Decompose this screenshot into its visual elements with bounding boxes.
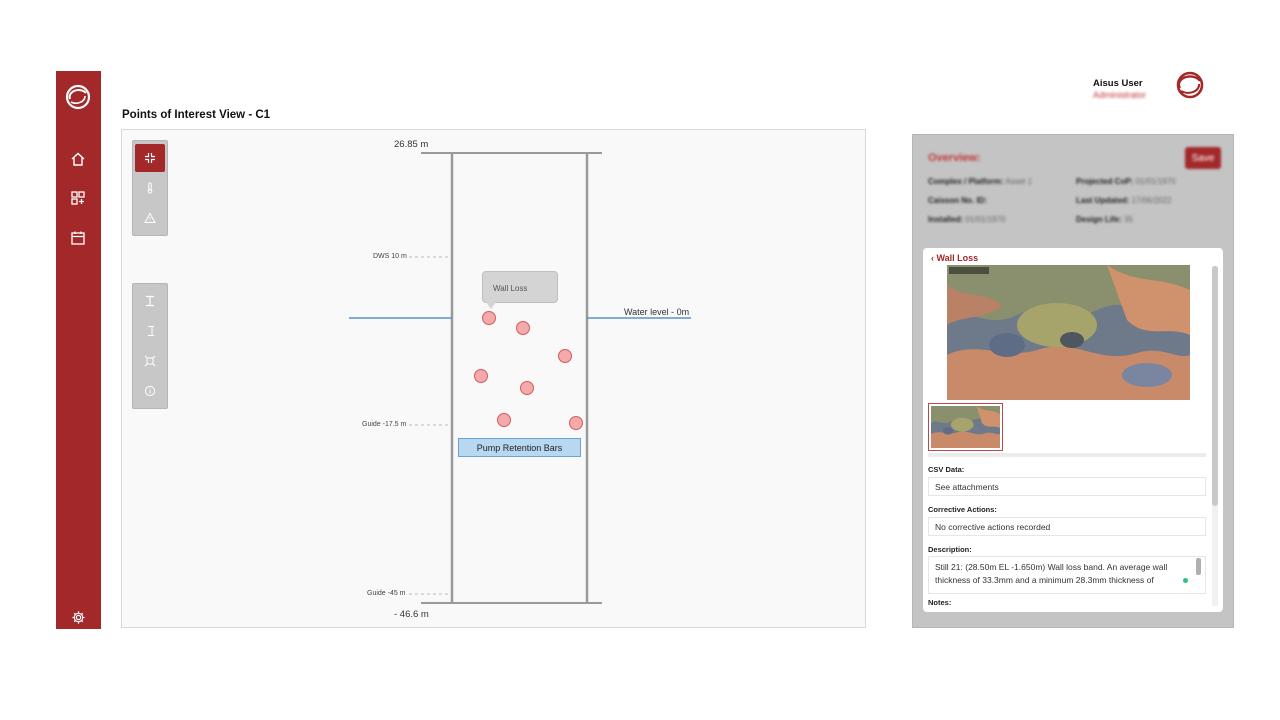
overview-field: Projected CoP: 01/01/1970 [1076,177,1176,186]
overview-section: Overview: Save Complex / Platform: Asset… [913,135,1233,245]
notes-label: Notes: [928,598,952,607]
top-elevation-label: 26.85 m [394,139,429,150]
poi-marker[interactable] [558,349,572,363]
user-info[interactable]: Aisus User Administrator [1093,78,1146,100]
card-scrollbar[interactable] [1212,266,1218,506]
water-level-label: Water level - 0m [624,307,690,317]
poi-marker[interactable] [520,381,534,395]
bottom-elevation-label: - 46.6 m [394,609,429,620]
details-panel: Overview: Save Complex / Platform: Asset… [912,134,1234,628]
poi-marker[interactable] [482,311,496,325]
poi-marker[interactable] [516,321,530,335]
page-title: Points of Interest View - C1 [122,109,271,121]
brand-logo-icon [1172,70,1208,100]
sidebar [56,71,101,629]
poi-diagram-panel: 26.85 m - 46.6 m DWS 10 m Guide -17.5 m … [121,129,866,628]
csv-data-label: CSV Data: [928,465,965,474]
overview-field: Installed: 01/01/1970 [928,215,1006,224]
poi-marker[interactable] [497,413,511,427]
poi-marker[interactable] [474,369,488,383]
poi-detail-card: ‹ Wall Loss CSV Data: See attachments Co… [923,248,1223,612]
description-label: Description: [928,545,972,554]
ring-logo-icon[interactable] [64,83,92,111]
corrective-actions-label: Corrective Actions: [928,505,997,514]
corrective-actions-field[interactable]: No corrective actions recorded [928,517,1206,536]
overview-field: Caisson No. ID: [928,196,988,205]
overview-field: Complex / Platform: Asset 1 [928,177,1033,186]
poi-tooltip: Wall Loss [482,271,558,303]
overview-field: Last Updated: 17/06/2022 [1076,196,1172,205]
user-role: Administrator [1093,90,1147,100]
back-link[interactable]: ‹ Wall Loss [931,253,978,263]
dws-label: DWS 10 m [373,253,407,260]
section-divider [928,453,1206,457]
description-scrollbar[interactable] [1196,558,1201,575]
caisson-diagram [349,152,691,604]
overview-title: Overview: [928,152,981,164]
guide-upper-label: Guide -17.5 m [362,421,407,428]
dashboard-add-icon[interactable] [67,187,89,209]
description-field[interactable]: Still 21: (28.50m EL -1.650m) Wall loss … [928,556,1206,594]
guide-lower-label: Guide -45 m [367,590,406,597]
user-name: Aisus User [1093,78,1143,89]
csv-data-field[interactable]: See attachments [928,477,1206,496]
status-dot [1183,578,1188,583]
poi-marker[interactable] [569,416,583,430]
overview-field: Design Life: 35 [1076,215,1133,224]
poi-tooltip-tail [486,302,496,309]
photo-thumbnail[interactable] [928,403,1003,451]
pump-retention-bars[interactable]: Pump Retention Bars [458,438,581,457]
home-icon[interactable] [67,148,89,170]
gear-icon[interactable] [67,606,89,628]
calendar-icon[interactable] [67,227,89,249]
inspection-photo[interactable] [947,265,1190,400]
save-button[interactable]: Save [1185,147,1221,169]
